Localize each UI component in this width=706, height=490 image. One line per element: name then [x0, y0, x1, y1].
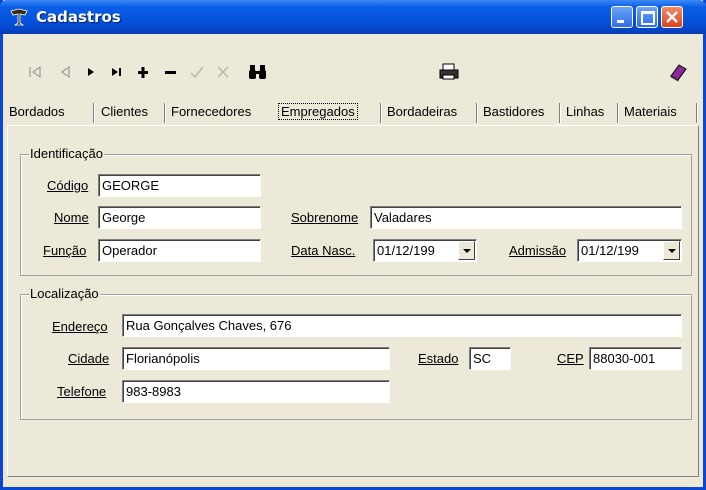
print-button[interactable] — [438, 54, 464, 90]
data-nasc-label: Data Nasc. — [291, 243, 356, 258]
tab-label: Linhas — [566, 104, 605, 119]
cep-field[interactable]: 88030-001 — [589, 347, 682, 370]
endereco-field[interactable]: Rua Gonçalves Chaves, 676 — [122, 314, 682, 337]
admissao-value: 01/12/199 — [581, 243, 639, 258]
tab-divider — [617, 103, 619, 123]
tab-panel-empregados: Identificação Código GEORGE Nome George … — [7, 125, 699, 477]
prior-record-button[interactable] — [55, 54, 81, 90]
app-icon — [10, 8, 28, 26]
delete-record-icon — [165, 71, 176, 74]
localizacao-title: Localização — [29, 286, 100, 301]
tab-divider — [476, 103, 478, 123]
estado-label: Estado — [418, 351, 459, 366]
title-bar[interactable]: Cadastros — [0, 0, 706, 34]
close-icon — [666, 11, 678, 23]
last-record-button[interactable] — [107, 54, 133, 90]
maximize-button[interactable] — [636, 6, 658, 28]
cidade-field[interactable]: Florianópolis — [122, 347, 390, 370]
admissao-combo[interactable]: 01/12/199 — [577, 239, 682, 262]
tab-label: Bordados — [9, 104, 65, 119]
identificacao-title: Identificação — [29, 146, 104, 161]
tab-bordadeiras[interactable]: Bordadeiras — [387, 99, 457, 125]
tab-fornecedores[interactable]: Fornecedores — [171, 99, 251, 125]
post-edit-icon — [190, 66, 204, 79]
tab-divider — [559, 103, 561, 123]
estado-field[interactable]: SC — [469, 347, 511, 370]
tab-bastidores[interactable]: Bastidores — [483, 99, 544, 125]
tab-linhas[interactable]: Linhas — [566, 99, 604, 125]
admissao-dropdown-button[interactable] — [663, 241, 680, 260]
tab-divider — [380, 103, 382, 123]
close-button[interactable] — [661, 6, 683, 28]
db-navigator-toolbar — [3, 54, 703, 90]
telefone-label: Telefone — [57, 384, 107, 399]
admissao-label: Admissão — [509, 243, 567, 258]
telefone-field[interactable]: 983-8983 — [122, 380, 390, 403]
data-nasc-value: 01/12/199 — [377, 243, 435, 258]
tab-label: Fornecedores — [171, 104, 252, 119]
nome-field[interactable]: George — [98, 206, 261, 229]
data-nasc-dropdown-button[interactable] — [458, 241, 475, 260]
tab-label: Bordadeiras — [387, 104, 458, 119]
endereco-label: Endereço — [52, 319, 108, 334]
cidade-label: Cidade — [68, 351, 110, 366]
tab-divider — [696, 103, 698, 123]
prior-record-icon — [60, 65, 70, 79]
delete-record-button[interactable] — [160, 54, 186, 90]
tab-bordados[interactable]: Bordados — [9, 99, 65, 125]
search-button[interactable] — [247, 54, 273, 90]
next-record-button[interactable] — [81, 54, 107, 90]
funcao-field[interactable]: Operador — [98, 239, 261, 262]
data-nasc-combo[interactable]: 01/12/199 — [373, 239, 477, 262]
exit-button[interactable] — [667, 54, 693, 90]
cancel-edit-button[interactable] — [213, 54, 239, 90]
codigo-label: Código — [47, 178, 89, 193]
cancel-edit-icon — [217, 66, 229, 78]
funcao-label: Função — [43, 243, 87, 258]
cadastros-window: Cadastros Bordados Clientes Fornecedores… — [0, 0, 706, 490]
window-title: Cadastros — [36, 8, 121, 26]
tab-label: Materiais — [624, 104, 677, 119]
post-edit-button[interactable] — [187, 54, 213, 90]
next-record-icon — [88, 68, 94, 76]
localizacao-group: Localização Endereço Rua Gonçalves Chave… — [20, 286, 692, 420]
insert-record-button[interactable] — [133, 54, 159, 90]
cep-label: CEP — [557, 351, 584, 366]
printer-icon — [439, 63, 459, 80]
binoculars-search-icon — [249, 65, 266, 79]
book-exit-icon — [670, 64, 687, 82]
first-record-icon — [29, 65, 41, 79]
tab-clientes[interactable]: Clientes — [101, 99, 148, 125]
tab-divider — [164, 103, 166, 123]
nome-label: Nome — [54, 210, 89, 225]
codigo-field[interactable]: GEORGE — [98, 174, 261, 197]
tab-label: Empregados — [278, 103, 358, 120]
last-record-icon — [112, 68, 121, 76]
minimize-button[interactable] — [611, 6, 633, 28]
tab-divider — [93, 103, 95, 123]
first-record-button[interactable] — [25, 54, 51, 90]
sobrenome-label: Sobrenome — [291, 210, 359, 225]
tab-empregados[interactable]: Empregados — [278, 99, 358, 125]
tab-materiais[interactable]: Materiais — [624, 99, 677, 125]
sobrenome-field[interactable]: Valadares — [370, 206, 682, 229]
identificacao-group: Identificação Código GEORGE Nome George … — [20, 146, 692, 276]
tab-label: Clientes — [101, 104, 148, 119]
insert-record-icon — [138, 67, 148, 78]
tab-label: Bastidores — [483, 104, 545, 119]
